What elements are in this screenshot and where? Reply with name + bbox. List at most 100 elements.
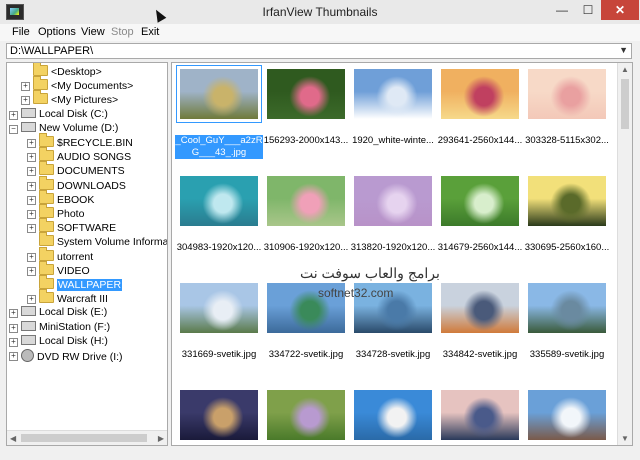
thumbnail-image[interactable] — [176, 65, 262, 123]
menu-file[interactable]: File — [12, 26, 30, 38]
expand-icon[interactable]: + — [9, 323, 18, 333]
thumbnail-item[interactable] — [267, 176, 345, 234]
tree-item[interactable]: + Warcraft III — [27, 289, 108, 306]
thumbnail-item[interactable] — [354, 176, 432, 234]
tree-item[interactable]: − New Volume (D:) — [9, 121, 118, 136]
thumbnail-item[interactable] — [180, 390, 258, 445]
expand-icon[interactable]: + — [27, 153, 36, 163]
menu-options[interactable]: Options — [38, 26, 76, 38]
expand-icon[interactable]: + — [9, 337, 18, 347]
expand-icon[interactable]: + — [27, 167, 36, 177]
thumbnail-item[interactable] — [528, 176, 606, 234]
folder-icon — [39, 260, 54, 275]
thumbnail-image[interactable] — [441, 390, 519, 440]
drive-icon — [21, 121, 36, 132]
expand-icon[interactable]: + — [27, 195, 36, 205]
scroll-up-icon[interactable]: ▲ — [621, 65, 629, 74]
thumbnail-item[interactable] — [180, 283, 258, 341]
tree-item[interactable]: + SOFTWARE — [27, 218, 117, 235]
minimize-button[interactable]: — — [548, 0, 576, 20]
thumbnail-item[interactable] — [528, 283, 606, 341]
tree-item[interactable]: + AUDIO SONGS — [27, 147, 131, 164]
expand-icon[interactable]: + — [21, 82, 30, 92]
thumbnail-grid[interactable]: ▲ ▼ _Cool_GuY___a2zR G___43_.jpg 156293-2… — [171, 62, 633, 446]
tree-item[interactable]: + Local Disk (C:) — [9, 107, 108, 122]
tree-item[interactable]: + Local Disk (H:) — [9, 334, 108, 349]
scroll-down-icon[interactable]: ▼ — [621, 434, 629, 443]
thumbnail-image[interactable] — [267, 176, 345, 226]
expand-icon[interactable]: + — [9, 110, 18, 120]
tree-item[interactable]: + DVD RW Drive (I:) — [9, 349, 123, 363]
maximize-button[interactable]: ☐ — [574, 0, 602, 20]
thumbnail-item[interactable] — [267, 390, 345, 445]
thumbnail-item[interactable] — [180, 176, 258, 234]
expand-icon[interactable]: + — [27, 181, 36, 191]
tree-item[interactable]: + utorrent — [27, 246, 93, 264]
scroll-left-icon[interactable]: ◀ — [10, 434, 16, 443]
thumbnail-item[interactable] — [528, 390, 606, 445]
thumbnail-item[interactable] — [528, 69, 606, 127]
thumbnail-image[interactable] — [354, 176, 432, 226]
thumbnail-image[interactable] — [528, 390, 606, 440]
expand-icon[interactable]: + — [27, 210, 36, 219]
thumbnail-image[interactable] — [180, 283, 258, 333]
collapse-icon[interactable]: − — [9, 124, 18, 134]
thumbnail-image[interactable] — [354, 390, 432, 440]
tree-item[interactable]: + EBOOK — [27, 189, 94, 207]
tree-item[interactable]: + $RECYCLE.BIN — [27, 133, 133, 150]
scroll-right-icon[interactable]: ▶ — [158, 434, 164, 443]
thumbnail-image[interactable] — [267, 390, 345, 440]
menu-exit[interactable]: Exit — [141, 26, 159, 38]
tree-item[interactable]: WALLPAPER — [39, 275, 123, 292]
expand-icon[interactable]: + — [27, 252, 36, 262]
expand-icon[interactable]: + — [9, 352, 18, 361]
thumbnail-item[interactable] — [354, 390, 432, 445]
thumbnail-item[interactable] — [441, 283, 519, 341]
expand-icon[interactable]: + — [27, 139, 36, 148]
thumbnail-vertical-scrollbar[interactable]: ▲ ▼ — [617, 63, 632, 445]
menu-stop: Stop — [111, 26, 134, 38]
thumbnail-image[interactable] — [180, 176, 258, 226]
thumbnail-item[interactable] — [354, 69, 432, 127]
tree-item[interactable]: System Volume Informatio — [39, 232, 167, 249]
thumbnail-image[interactable] — [354, 69, 432, 119]
thumbnail-scroll-thumb[interactable] — [621, 79, 629, 129]
chevron-down-icon[interactable]: ▼ — [619, 45, 628, 55]
tree-item[interactable]: + DOWNLOADS — [27, 175, 126, 193]
tree-item[interactable]: + MiniStation (F:) — [9, 320, 110, 335]
tree-item[interactable]: + <My Pictures> — [21, 90, 118, 107]
tree-item[interactable]: + DOCUMENTS — [27, 161, 125, 178]
thumbnail-image[interactable] — [528, 69, 606, 119]
thumbnail-image[interactable] — [441, 176, 519, 226]
expand-icon[interactable]: + — [27, 295, 36, 305]
tree-item[interactable]: + <My Documents> — [21, 76, 133, 93]
thumbnail-image[interactable] — [441, 283, 519, 333]
expand-icon[interactable]: + — [9, 309, 18, 319]
thumbnail-item[interactable] — [267, 69, 345, 127]
thumbnail-caption: 334722-svetik.jpg — [268, 349, 344, 360]
thumbnail-item[interactable] — [176, 65, 262, 127]
thumbnail-image[interactable] — [267, 69, 345, 119]
thumbnail-image[interactable] — [528, 176, 606, 226]
thumbnail-image[interactable] — [441, 69, 519, 119]
tree-horizontal-scrollbar[interactable]: ◀ ▶ — [7, 430, 167, 445]
close-button[interactable]: ✕ — [601, 0, 639, 20]
menu-view[interactable]: View — [81, 26, 105, 38]
folder-icon — [33, 90, 48, 105]
tree-scroll-thumb[interactable] — [21, 434, 147, 442]
thumbnail-item[interactable] — [441, 390, 519, 445]
expand-icon[interactable]: + — [27, 224, 36, 234]
thumbnail-image[interactable] — [180, 390, 258, 440]
thumbnail-image[interactable] — [528, 283, 606, 333]
tree-item[interactable]: + Local Disk (E:) — [9, 306, 107, 320]
tree-item[interactable]: <Desktop> — [33, 63, 102, 79]
path-combobox[interactable]: D:\WALLPAPER\ ▼ — [6, 43, 632, 59]
thumbnail-item[interactable] — [441, 69, 519, 127]
tree-item-label: SOFTWARE — [57, 222, 117, 235]
expand-icon[interactable]: + — [21, 96, 30, 106]
expand-icon[interactable]: + — [27, 266, 36, 276]
thumbnail-caption: 310906-1920x120... — [263, 242, 349, 253]
thumbnail-caption: 156293-2000x143... — [263, 135, 349, 146]
thumbnail-item[interactable] — [441, 176, 519, 234]
folder-tree[interactable]: ◀ ▶ <Desktop> + <My Documents> + <My Picture… — [6, 62, 168, 446]
